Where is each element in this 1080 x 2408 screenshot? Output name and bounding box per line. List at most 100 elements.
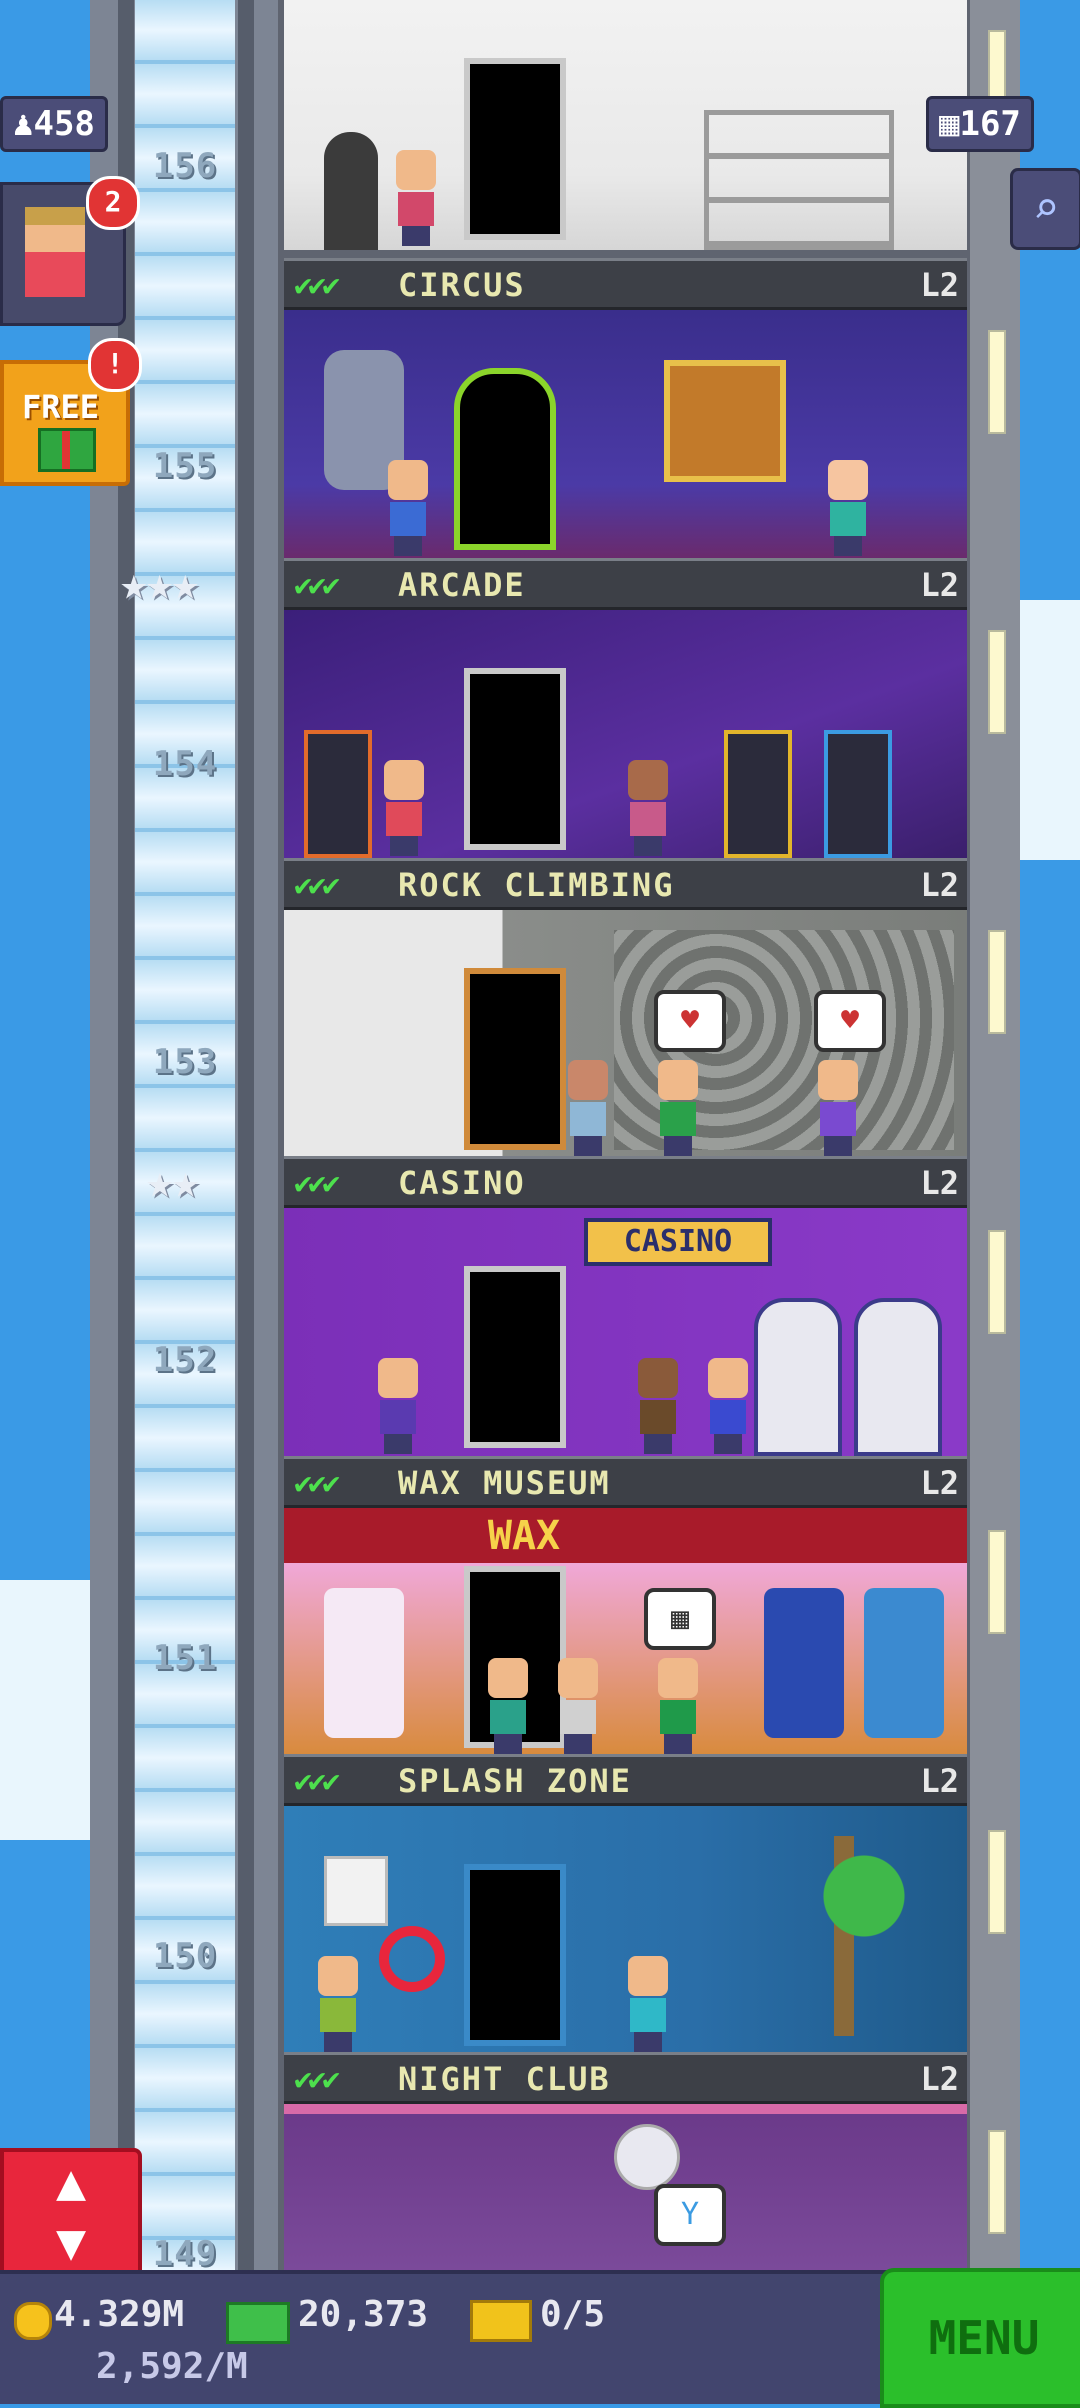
tower-resident[interactable] — [814, 1060, 862, 1156]
painting-icon — [664, 360, 786, 482]
room-door — [454, 368, 556, 550]
tickets-value: 0/5 — [540, 2294, 606, 2335]
tower-resident[interactable] — [654, 1658, 702, 1754]
tower-resident[interactable] — [314, 1956, 362, 2052]
floor-label-bar[interactable]: ✔✔✔ CIRCUS L2 — [284, 258, 967, 310]
floor-label-bar[interactable]: ✔✔✔ ARCADE L2 — [284, 558, 967, 610]
tower-resident[interactable] — [624, 760, 672, 856]
stars-icon: ★★ — [146, 1154, 199, 1208]
arcade-cabinet-icon — [304, 730, 372, 858]
wax-figure-icon — [864, 1588, 944, 1738]
room-level: L2 — [920, 1164, 959, 1202]
checkmarks-icon: ✔✔✔ — [294, 268, 340, 303]
floor-number: 152 — [152, 1340, 218, 1380]
room-level: L2 — [920, 566, 959, 604]
room-name: ROCK CLIMBING — [398, 866, 675, 904]
notification-badge: 2 — [86, 176, 140, 230]
tower-resident[interactable] — [704, 1358, 752, 1454]
slot-machine-icon — [754, 1298, 842, 1456]
room-door — [464, 668, 566, 850]
floor-next[interactable]: Y — [284, 2104, 967, 2270]
room-door — [464, 1266, 566, 1448]
tower-resident[interactable] — [392, 150, 440, 246]
palm-tree-icon — [744, 1836, 944, 2036]
floor-rock-climbing[interactable] — [284, 610, 967, 860]
window-light — [988, 1530, 1006, 1634]
shaft-rail-right — [238, 0, 254, 2290]
floor-circus[interactable] — [284, 0, 967, 250]
search-button[interactable]: ⌕ — [1010, 168, 1080, 250]
tower-resident[interactable] — [380, 760, 428, 856]
floor-number: 154 — [152, 744, 218, 784]
tower-resident[interactable] — [384, 460, 432, 556]
elevator-toggle-button[interactable]: ▲ ▼ — [0, 2148, 142, 2278]
window-light — [988, 330, 1006, 434]
doorway-icon — [324, 132, 378, 250]
room-door — [464, 58, 566, 240]
room-door — [464, 1864, 566, 2046]
tower-resident[interactable] — [654, 1060, 702, 1156]
slot-machine-icon — [854, 1298, 942, 1456]
coins-value: 4.329M — [54, 2294, 185, 2335]
floor-night-club[interactable] — [284, 1806, 967, 2056]
window-light — [988, 1830, 1006, 1934]
floor-number: 156 — [152, 146, 218, 186]
stars-icon: ★★★ — [120, 556, 199, 610]
arcade-cabinet-icon — [824, 730, 892, 858]
tower-resident[interactable] — [554, 1658, 602, 1754]
room-level: L2 — [920, 2060, 959, 2098]
person-icon: ♟ — [13, 104, 34, 144]
checkmarks-icon: ✔✔✔ — [294, 568, 340, 603]
floor-label-bar[interactable]: ✔✔✔ CASINO L2 — [284, 1156, 967, 1208]
tower-resident[interactable] — [374, 1358, 422, 1454]
floor-arcade[interactable] — [284, 310, 967, 560]
window-light — [988, 930, 1006, 1034]
room-name: CASINO — [398, 1164, 526, 1202]
menu-button[interactable]: MENU — [880, 2268, 1080, 2408]
notice-icon — [324, 1856, 388, 1926]
disco-ball-icon — [614, 2124, 680, 2190]
tower-resident[interactable] — [564, 1060, 612, 1156]
floor-splash-zone[interactable]: WAX ▦ — [284, 1508, 967, 1758]
gift-icon — [38, 428, 96, 472]
bux-icon — [226, 2302, 290, 2344]
alert-badge: ! — [88, 338, 142, 392]
visitor-avatar-icon — [25, 207, 85, 297]
window-light — [988, 1230, 1006, 1334]
wax-figure-icon — [324, 1588, 404, 1738]
cloud — [1010, 600, 1080, 860]
tower-resident[interactable] — [624, 1956, 672, 2052]
arcade-cabinet-icon — [724, 730, 792, 858]
floor-counter[interactable]: ▦167 — [926, 96, 1034, 152]
thought-bubble: ♥ — [814, 990, 886, 1052]
floor-number: 149 — [152, 2234, 218, 2274]
floor-label-bar[interactable]: ✔✔✔ ROCK CLIMBING L2 — [284, 858, 967, 910]
floor-label-bar[interactable]: ✔✔✔ WAX MUSEUM L2 — [284, 1456, 967, 1508]
checkmarks-icon: ✔✔✔ — [294, 868, 340, 903]
life-ring-icon — [379, 1926, 445, 1992]
thought-bubble: Y — [654, 2184, 726, 2246]
cloud — [0, 1580, 90, 1840]
tower-resident[interactable] — [824, 460, 872, 556]
population-counter[interactable]: ♟458 — [0, 96, 108, 152]
room-level: L2 — [920, 266, 959, 304]
income-rate: 2,592/M — [96, 2346, 248, 2387]
floor-number: 150 — [152, 1936, 218, 1976]
checkmarks-icon: ✔✔✔ — [294, 1166, 340, 1201]
floor-label-bar[interactable]: ✔✔✔ SPLASH ZONE L2 — [284, 1754, 967, 1806]
thought-bubble: ▦ — [644, 1588, 716, 1650]
thought-bubble: ♥ — [654, 990, 726, 1052]
floor-label-bar[interactable]: ✔✔✔ NIGHT CLUB L2 — [284, 2052, 967, 2104]
wax-figure-icon — [764, 1588, 844, 1738]
free-label: FREE — [22, 388, 100, 426]
floor-casino[interactable]: ♥ ♥ — [284, 910, 967, 1160]
tower-resident[interactable] — [484, 1658, 532, 1754]
tower-resident[interactable] — [634, 1358, 682, 1454]
floor-wax-museum[interactable]: CASINO — [284, 1208, 967, 1458]
population-value: 458 — [33, 104, 95, 144]
casino-sign: CASINO — [584, 1218, 772, 1266]
building-icon: ▦ — [939, 104, 960, 144]
shelf-icon — [704, 110, 894, 250]
floor-count-value: 167 — [959, 104, 1021, 144]
room-name: ARCADE — [398, 566, 526, 604]
